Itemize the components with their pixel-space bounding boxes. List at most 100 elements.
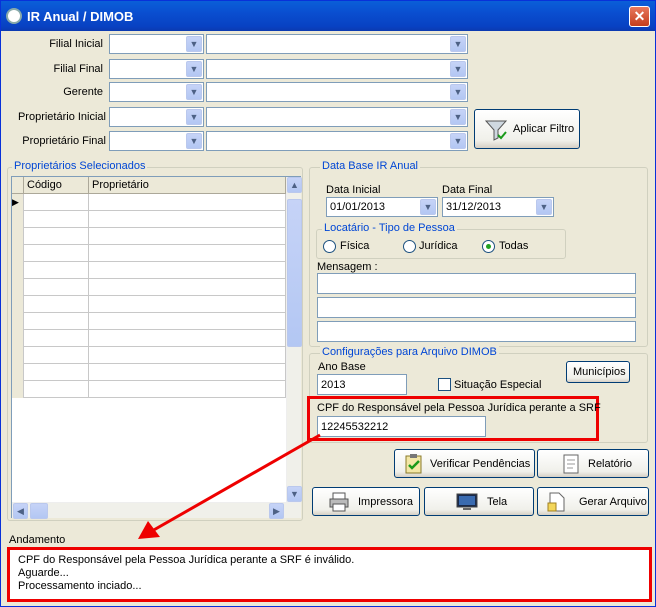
cpf-input[interactable]: 12245532212 xyxy=(317,416,486,437)
scroll-up-icon[interactable]: ▲ xyxy=(287,177,302,193)
grid-cell-proprietario[interactable] xyxy=(89,245,286,262)
table-row[interactable] xyxy=(12,381,286,398)
grid-cell-codigo[interactable] xyxy=(24,330,89,347)
filial-final-code-combo[interactable]: ▼ xyxy=(109,59,204,79)
dropdown-arrow-icon[interactable]: ▼ xyxy=(536,199,552,215)
gerar-arquivo-button[interactable]: Gerar Arquivo xyxy=(537,487,649,516)
apply-filter-button[interactable]: Aplicar Filtro xyxy=(474,109,580,149)
grid-cell-proprietario[interactable] xyxy=(89,364,286,381)
table-row[interactable]: ▶ xyxy=(12,194,286,211)
mensagem-line-2[interactable] xyxy=(317,297,636,318)
grid-cell-codigo[interactable] xyxy=(24,279,89,296)
proprietario-final-code-combo[interactable]: ▼ xyxy=(109,131,204,151)
grid-cell-codigo[interactable] xyxy=(24,211,89,228)
proprietario-inicial-name-combo[interactable]: ▼ xyxy=(206,107,468,127)
table-row[interactable] xyxy=(12,279,286,296)
table-row[interactable] xyxy=(12,296,286,313)
grid-cell-codigo[interactable] xyxy=(24,347,89,364)
situacao-especial-checkbox[interactable] xyxy=(438,378,451,391)
impressora-button[interactable]: Impressora xyxy=(312,487,420,516)
grid-header-proprietario[interactable]: Proprietário xyxy=(89,177,286,194)
grid-cell-codigo[interactable] xyxy=(24,228,89,245)
row-indicator[interactable] xyxy=(12,381,24,398)
dropdown-arrow-icon[interactable]: ▼ xyxy=(450,109,466,125)
gerente-name-combo[interactable]: ▼ xyxy=(206,82,468,102)
radio-juridica[interactable] xyxy=(403,240,416,253)
grid-cell-codigo[interactable] xyxy=(24,313,89,330)
relatorio-button[interactable]: Relatório xyxy=(537,449,649,478)
grid-cell-proprietario[interactable] xyxy=(89,262,286,279)
row-indicator[interactable] xyxy=(12,228,24,245)
andamento-memo[interactable]: CPF do Responsável pela Pessoa Jurídica … xyxy=(10,550,649,599)
municipios-label: Municípios xyxy=(573,366,626,378)
dropdown-arrow-icon[interactable]: ▼ xyxy=(186,133,202,149)
filial-final-name-combo[interactable]: ▼ xyxy=(206,59,468,79)
municipios-button[interactable]: Municípios xyxy=(566,361,630,383)
filial-inicial-code-combo[interactable]: ▼ xyxy=(109,34,204,54)
dropdown-arrow-icon[interactable]: ▼ xyxy=(450,133,466,149)
grid-cell-codigo[interactable] xyxy=(24,194,89,211)
grid-cell-codigo[interactable] xyxy=(24,296,89,313)
grid-cell-codigo[interactable] xyxy=(24,364,89,381)
table-row[interactable] xyxy=(12,228,286,245)
row-indicator[interactable] xyxy=(12,330,24,347)
grid-header-codigo[interactable]: Código xyxy=(24,177,89,194)
row-indicator[interactable] xyxy=(12,296,24,313)
dropdown-arrow-icon[interactable]: ▼ xyxy=(450,36,466,52)
table-row[interactable] xyxy=(12,262,286,279)
grid-cell-proprietario[interactable] xyxy=(89,347,286,364)
row-indicator[interactable] xyxy=(12,245,24,262)
proprietario-final-name-combo[interactable]: ▼ xyxy=(206,131,468,151)
grid-cell-proprietario[interactable] xyxy=(89,228,286,245)
grid-cell-proprietario[interactable] xyxy=(89,330,286,347)
data-final-picker[interactable]: 31/12/2013 ▼ xyxy=(442,197,554,217)
scroll-left-icon[interactable]: ◀ xyxy=(13,503,28,519)
proprietario-final-label: Proprietário Final xyxy=(22,135,106,147)
ano-base-field[interactable]: 2013 xyxy=(317,374,407,395)
row-indicator[interactable] xyxy=(12,347,24,364)
row-indicator[interactable] xyxy=(12,279,24,296)
radio-todas-label: Todas xyxy=(499,240,529,252)
gerente-code-combo[interactable]: ▼ xyxy=(109,82,204,102)
close-icon[interactable]: ✕ xyxy=(629,6,650,27)
verificar-pendencias-button[interactable]: Verificar Pendências xyxy=(394,449,535,478)
grid-cell-proprietario[interactable] xyxy=(89,194,286,211)
table-row[interactable] xyxy=(12,245,286,262)
table-row[interactable] xyxy=(12,211,286,228)
grid-cell-codigo[interactable] xyxy=(24,262,89,279)
row-indicator[interactable] xyxy=(12,211,24,228)
relatorio-label: Relatório xyxy=(588,458,633,470)
row-indicator[interactable] xyxy=(12,262,24,279)
row-indicator[interactable] xyxy=(12,313,24,330)
radio-fisica[interactable] xyxy=(323,240,336,253)
dropdown-arrow-icon[interactable]: ▼ xyxy=(186,109,202,125)
proprietario-inicial-code-combo[interactable]: ▼ xyxy=(109,107,204,127)
grid-cell-codigo[interactable] xyxy=(24,381,89,398)
mensagem-line-1[interactable] xyxy=(317,273,636,294)
radio-todas[interactable] xyxy=(482,240,495,253)
dropdown-arrow-icon[interactable]: ▼ xyxy=(186,36,202,52)
grid-cell-codigo[interactable] xyxy=(24,245,89,262)
dropdown-arrow-icon[interactable]: ▼ xyxy=(450,84,466,100)
table-row[interactable] xyxy=(12,313,286,330)
filial-inicial-name-combo[interactable]: ▼ xyxy=(206,34,468,54)
grid-cell-proprietario[interactable] xyxy=(89,296,286,313)
hscroll-thumb[interactable] xyxy=(30,503,48,519)
dropdown-arrow-icon[interactable]: ▼ xyxy=(186,84,202,100)
dropdown-arrow-icon[interactable]: ▼ xyxy=(420,199,436,215)
table-row[interactable] xyxy=(12,330,286,347)
table-row[interactable] xyxy=(12,347,286,364)
grid-cell-proprietario[interactable] xyxy=(89,313,286,330)
tela-button[interactable]: Tela xyxy=(424,487,534,516)
dropdown-arrow-icon[interactable]: ▼ xyxy=(186,61,202,77)
table-row[interactable] xyxy=(12,364,286,381)
mensagem-line-3[interactable] xyxy=(317,321,636,342)
grid-cell-proprietario[interactable] xyxy=(89,279,286,296)
row-indicator[interactable] xyxy=(12,364,24,381)
dropdown-arrow-icon[interactable]: ▼ xyxy=(450,61,466,77)
data-inicial-picker[interactable]: 01/01/2013 ▼ xyxy=(326,197,438,217)
scroll-thumb[interactable] xyxy=(287,199,302,347)
grid-cell-proprietario[interactable] xyxy=(89,211,286,228)
grid-cell-proprietario[interactable] xyxy=(89,381,286,398)
row-indicator[interactable]: ▶ xyxy=(12,194,24,211)
